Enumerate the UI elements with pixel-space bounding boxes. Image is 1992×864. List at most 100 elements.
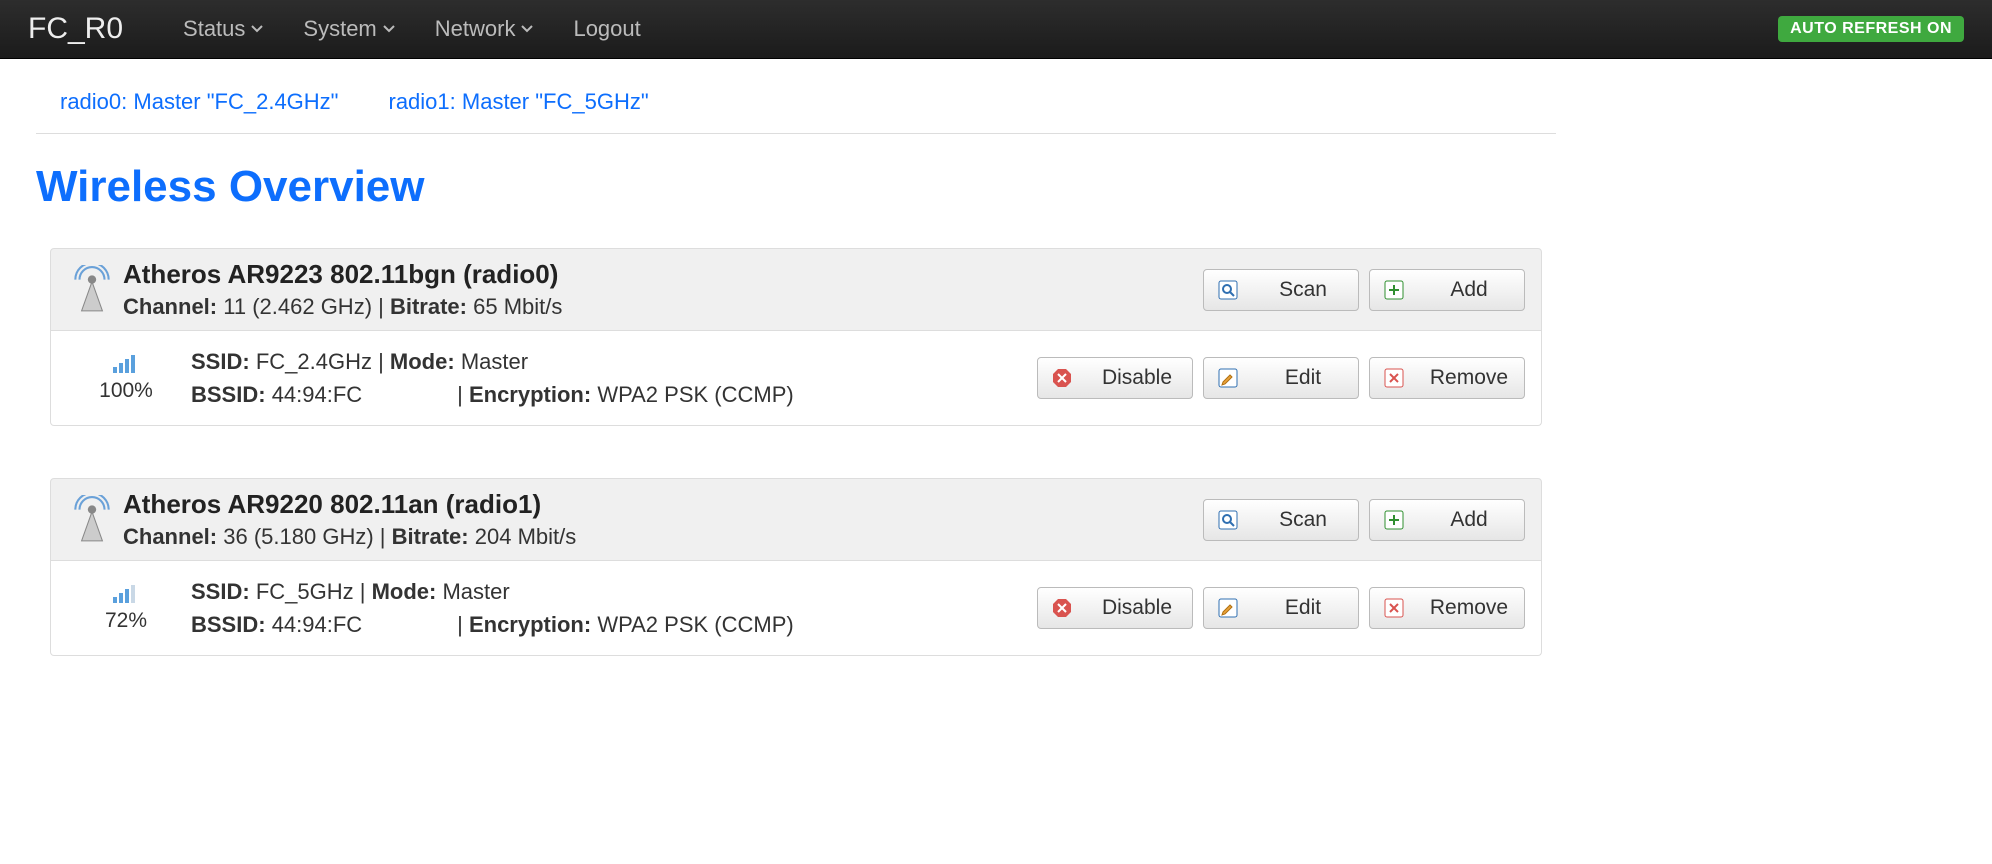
nav-menu: Status System Network Logout — [163, 16, 1778, 42]
add-button[interactable]: Add — [1369, 499, 1525, 541]
edit-icon — [1218, 598, 1238, 618]
radio-texts: Atheros AR9223 802.11bgn (radio0) Channe… — [123, 259, 1203, 320]
value-mode: Master — [442, 579, 509, 604]
radio-title: Atheros AR9223 802.11bgn (radio0) — [123, 259, 1203, 290]
disable-icon — [1052, 368, 1072, 388]
navbar: FC_R0 Status System Network Logout AUTO … — [0, 0, 1992, 59]
tab-radio1[interactable]: radio1: Master "FC_5GHz" — [389, 89, 649, 115]
radio-card-0: Atheros AR9223 802.11bgn (radio0) Channe… — [50, 248, 1542, 426]
remove-button[interactable]: Remove — [1369, 587, 1525, 629]
radio-header: Atheros AR9220 802.11an (radio1) Channel… — [50, 478, 1542, 561]
add-icon — [1384, 510, 1404, 530]
tab-radio0[interactable]: radio0: Master "FC_2.4GHz" — [60, 89, 339, 115]
label-ssid: SSID: — [191, 579, 250, 604]
label-channel: Channel: — [123, 294, 217, 319]
radio-texts: Atheros AR9220 802.11an (radio1) Channel… — [123, 489, 1203, 550]
value-encryption: WPA2 PSK (CCMP) — [597, 612, 793, 637]
button-label: Remove — [1428, 596, 1510, 620]
add-button[interactable]: Add — [1369, 269, 1525, 311]
radio-title: Atheros AR9220 802.11an (radio1) — [123, 489, 1203, 520]
nav-item-label: Status — [183, 16, 245, 42]
signal-percent: 72% — [61, 609, 191, 633]
radio-tabs: radio0: Master "FC_2.4GHz" radio1: Maste… — [36, 89, 1556, 134]
button-label: Disable — [1096, 366, 1178, 390]
page-title: Wireless Overview — [36, 162, 1556, 212]
label-bitrate: Bitrate: — [390, 294, 467, 319]
edit-button[interactable]: Edit — [1203, 357, 1359, 399]
button-label: Edit — [1262, 596, 1344, 620]
signal-bars-icon — [61, 353, 191, 373]
signal-column: 72% — [61, 583, 191, 633]
scan-icon — [1218, 510, 1238, 530]
radio-actions: Scan Add — [1203, 269, 1525, 311]
antenna-icon — [61, 265, 123, 315]
button-label: Edit — [1262, 366, 1344, 390]
value-bssid: 44:94:FC — [272, 612, 363, 637]
nav-item-label: Logout — [573, 16, 640, 42]
radio-card-1: Atheros AR9220 802.11an (radio1) Channel… — [50, 478, 1542, 656]
chevron-down-icon — [251, 25, 263, 33]
label-encryption: Encryption: — [469, 612, 591, 637]
disable-icon — [1052, 598, 1072, 618]
edit-button[interactable]: Edit — [1203, 587, 1359, 629]
nav-item-label: System — [303, 16, 376, 42]
label-bssid: BSSID: — [191, 382, 266, 407]
radio-header: Atheros AR9223 802.11bgn (radio0) Channe… — [50, 248, 1542, 331]
label-bssid: BSSID: — [191, 612, 266, 637]
radio-subtitle: Channel: 36 (5.180 GHz) | Bitrate: 204 M… — [123, 524, 1203, 550]
label-mode: Mode: — [390, 349, 455, 374]
radio-subtitle: Channel: 11 (2.462 GHz) | Bitrate: 65 Mb… — [123, 294, 1203, 320]
network-actions: Disable Edit Remove — [1037, 357, 1525, 399]
button-label: Add — [1428, 278, 1510, 302]
radio-actions: Scan Add — [1203, 499, 1525, 541]
network-info: SSID: FC_2.4GHz | Mode: Master BSSID: 44… — [191, 345, 1037, 411]
scan-button[interactable]: Scan — [1203, 499, 1359, 541]
page-container: radio0: Master "FC_2.4GHz" radio1: Maste… — [0, 59, 1592, 768]
value-ssid: FC_2.4GHz — [256, 349, 372, 374]
value-ssid: FC_5GHz — [256, 579, 354, 604]
value-channel: 36 (5.180 GHz) — [223, 524, 373, 549]
value-encryption: WPA2 PSK (CCMP) — [597, 382, 793, 407]
nav-item-network[interactable]: Network — [415, 16, 554, 42]
label-mode: Mode: — [372, 579, 437, 604]
network-row: 100% SSID: FC_2.4GHz | Mode: Master BSSI… — [50, 331, 1542, 426]
remove-icon — [1384, 368, 1404, 388]
value-bitrate: 65 Mbit/s — [473, 294, 562, 319]
chevron-down-icon — [383, 25, 395, 33]
auto-refresh-badge[interactable]: AUTO REFRESH ON — [1778, 16, 1964, 42]
scan-button[interactable]: Scan — [1203, 269, 1359, 311]
nav-item-status[interactable]: Status — [163, 16, 283, 42]
signal-bars-icon — [61, 583, 191, 603]
disable-button[interactable]: Disable — [1037, 587, 1193, 629]
button-label: Disable — [1096, 596, 1178, 620]
label-ssid: SSID: — [191, 349, 250, 374]
edit-icon — [1218, 368, 1238, 388]
network-row: 72% SSID: FC_5GHz | Mode: Master BSSID: … — [50, 561, 1542, 656]
value-bitrate: 204 Mbit/s — [475, 524, 577, 549]
label-encryption: Encryption: — [469, 382, 591, 407]
chevron-down-icon — [521, 25, 533, 33]
button-label: Scan — [1262, 508, 1344, 532]
remove-icon — [1384, 598, 1404, 618]
remove-button[interactable]: Remove — [1369, 357, 1525, 399]
brand[interactable]: FC_R0 — [28, 12, 123, 46]
value-bssid: 44:94:FC — [272, 382, 363, 407]
add-icon — [1384, 280, 1404, 300]
button-label: Scan — [1262, 278, 1344, 302]
nav-item-system[interactable]: System — [283, 16, 414, 42]
label-bitrate: Bitrate: — [392, 524, 469, 549]
scan-icon — [1218, 280, 1238, 300]
signal-percent: 100% — [61, 379, 191, 403]
button-label: Remove — [1428, 366, 1510, 390]
nav-item-label: Network — [435, 16, 516, 42]
nav-item-logout[interactable]: Logout — [553, 16, 660, 42]
antenna-icon — [61, 495, 123, 545]
network-actions: Disable Edit Remove — [1037, 587, 1525, 629]
value-channel: 11 (2.462 GHz) — [223, 294, 372, 319]
value-mode: Master — [461, 349, 528, 374]
label-channel: Channel: — [123, 524, 217, 549]
network-info: SSID: FC_5GHz | Mode: Master BSSID: 44:9… — [191, 575, 1037, 641]
button-label: Add — [1428, 508, 1510, 532]
disable-button[interactable]: Disable — [1037, 357, 1193, 399]
signal-column: 100% — [61, 353, 191, 403]
